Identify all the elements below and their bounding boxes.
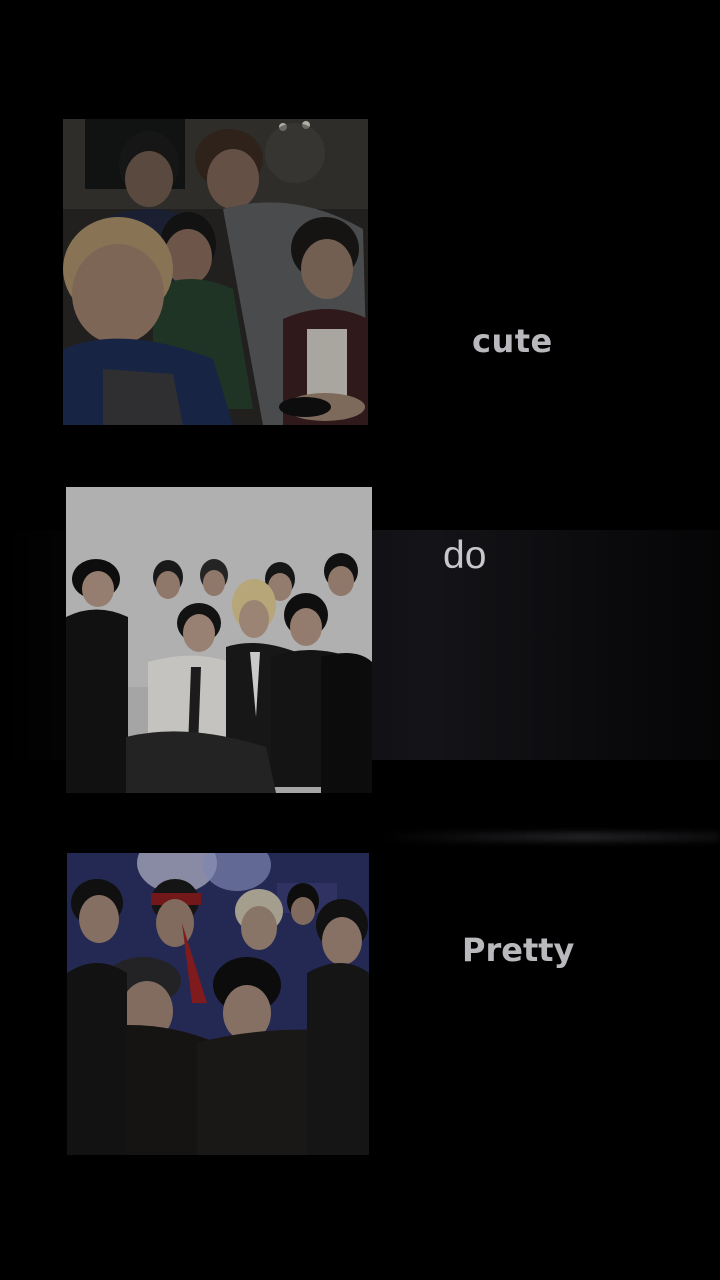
group-selfie-image [63,119,368,425]
caption-cute: cute [472,322,553,360]
group-stage-photo-image-drawing [67,853,369,1155]
caption-pretty: Pretty [462,931,575,969]
group-studio-photo-image-drawing [66,487,372,793]
group-stage-photo-image [67,853,369,1155]
caption-do: do [443,534,487,577]
group-studio-photo-image [66,487,372,793]
group-selfie-image-drawing [63,119,368,425]
background-light-streak [380,832,720,842]
